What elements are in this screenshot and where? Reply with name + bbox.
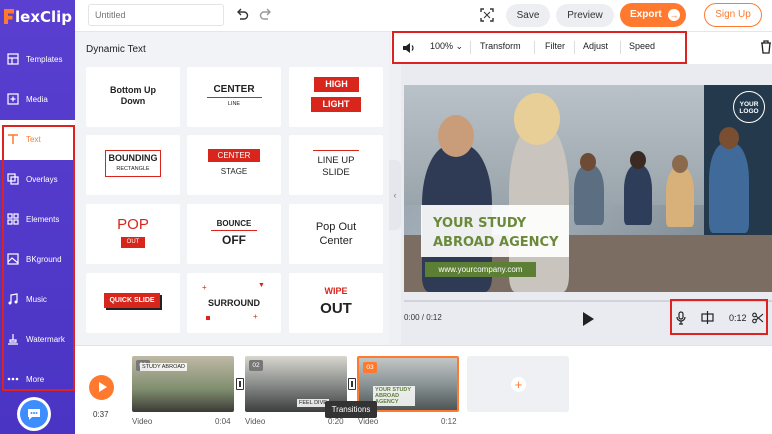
clip-menu-icon[interactable]: ⋮ — [453, 355, 462, 366]
your-logo-placeholder[interactable]: YOUR LOGO — [733, 91, 765, 123]
sidebar-item-media[interactable]: Media — [0, 80, 75, 120]
transitions-tooltip: Transitions — [325, 401, 377, 418]
transition-handle[interactable] — [348, 378, 356, 390]
timeline-play-button[interactable] — [89, 375, 114, 400]
sidebar-highlight-box — [2, 125, 75, 391]
save-button[interactable]: Save — [506, 4, 550, 27]
person — [666, 167, 694, 227]
divider — [211, 230, 257, 231]
clip-duration: 0:12 — [729, 313, 747, 323]
media-icon — [7, 93, 19, 105]
total-duration: 0:37 — [93, 410, 109, 419]
video-preview[interactable] — [404, 85, 772, 292]
text-preset-bottom-up-down[interactable]: Bottom Up Down — [86, 67, 180, 127]
person-head — [580, 153, 596, 171]
person-head — [514, 93, 560, 145]
scissors-icon[interactable] — [752, 312, 764, 324]
plus-decoration: + — [253, 312, 258, 321]
text-preset-bounce-off[interactable]: BOUNCE OFF — [187, 204, 281, 264]
clip-type: Video — [358, 417, 379, 426]
dynamic-text-panel: Dynamic Text Bottom Up Down CENTER LINE … — [75, 32, 389, 345]
undo-icon[interactable] — [235, 8, 249, 22]
chevron-left-icon: ‹ — [393, 190, 397, 200]
play-icon[interactable] — [583, 312, 594, 326]
person — [574, 165, 604, 225]
clip-number: 03 — [363, 362, 377, 373]
clip-type: Video — [132, 417, 153, 426]
triangle-decoration: ▼ — [258, 282, 265, 289]
divider — [313, 150, 359, 151]
collapse-panel-handle[interactable]: ‹ — [389, 160, 401, 230]
panel-title: Dynamic Text — [86, 44, 146, 55]
text-preset-line-up-slide[interactable]: LINE UP SLIDE — [289, 135, 383, 195]
divider — [207, 97, 262, 98]
transition-handle[interactable] — [236, 378, 244, 390]
arrow-right-icon: → — [668, 9, 680, 21]
sidebar-item-label: Templates — [26, 55, 63, 64]
text-preset-quick-slide[interactable]: QUICK SLIDE — [86, 273, 180, 333]
top-bar: Save Preview Export→ Sign Up — [75, 0, 772, 32]
split-icon[interactable] — [701, 311, 714, 324]
person — [624, 165, 652, 225]
project-title-input[interactable] — [88, 4, 224, 26]
headline-text[interactable]: YOUR STUDY ABROAD AGENCY — [433, 214, 568, 252]
clip-caption: YOUR STUDY ABROAD AGENCY — [373, 386, 415, 406]
clip-duration: 0:04 — [215, 417, 231, 426]
text-preset-surround[interactable]: + ▼ SURROUND + — [187, 273, 281, 333]
text-preset-center-line[interactable]: CENTER LINE — [187, 67, 281, 127]
person-head — [672, 155, 688, 173]
flexclip-logo[interactable]: lexClip — [4, 8, 74, 28]
sidebar-item-label: Media — [26, 95, 48, 104]
toolbar-highlight-box — [392, 31, 687, 64]
microphone-icon[interactable] — [676, 311, 686, 325]
timeline-clip-1[interactable]: 01 STUDY ABROAD — [132, 356, 234, 412]
clip-duration: 0:12 — [441, 417, 457, 426]
plus-icon: + — [511, 377, 526, 392]
signup-button[interactable]: Sign Up — [704, 3, 762, 27]
current-time: 0:00 / 0:12 — [404, 313, 442, 322]
url-banner[interactable]: www.yourcompany.com — [425, 262, 536, 277]
clip-type: Video — [245, 417, 266, 426]
logo-mark-icon — [4, 9, 14, 24]
trash-icon[interactable] — [760, 40, 772, 54]
person-head — [438, 115, 474, 157]
add-clip-button[interactable]: + — [467, 356, 569, 412]
chat-button[interactable] — [20, 400, 48, 428]
person-head — [630, 151, 646, 169]
clip-caption: STUDY ABROAD — [140, 363, 187, 371]
export-button[interactable]: Export → — [620, 3, 686, 27]
clip-duration: 0:20 — [328, 417, 344, 426]
plus-decoration: + — [202, 283, 207, 292]
person — [709, 143, 749, 233]
text-preset-wipe-out[interactable]: WIPE OUT — [289, 273, 383, 333]
text-preset-bounding-rectangle[interactable]: BOUNDING RECTANGLE — [86, 135, 180, 195]
person-head — [719, 127, 739, 149]
text-preset-pop-out[interactable]: POP OUT — [86, 204, 180, 264]
text-preset-highlight[interactable]: HIGH LIGHT — [289, 67, 383, 127]
redo-icon[interactable] — [259, 8, 273, 22]
sidebar-item-templates[interactable]: Templates — [0, 40, 75, 80]
square-decoration — [206, 316, 210, 320]
chat-icon — [28, 409, 40, 420]
clip-number: 02 — [249, 360, 263, 371]
text-preset-center-stage[interactable]: CENTER STAGE — [187, 135, 281, 195]
templates-icon — [7, 53, 19, 65]
preview-button[interactable]: Preview — [556, 4, 614, 27]
fullscreen-icon[interactable] — [480, 8, 494, 22]
text-preset-pop-out-center[interactable]: Pop Out Center — [289, 204, 383, 264]
